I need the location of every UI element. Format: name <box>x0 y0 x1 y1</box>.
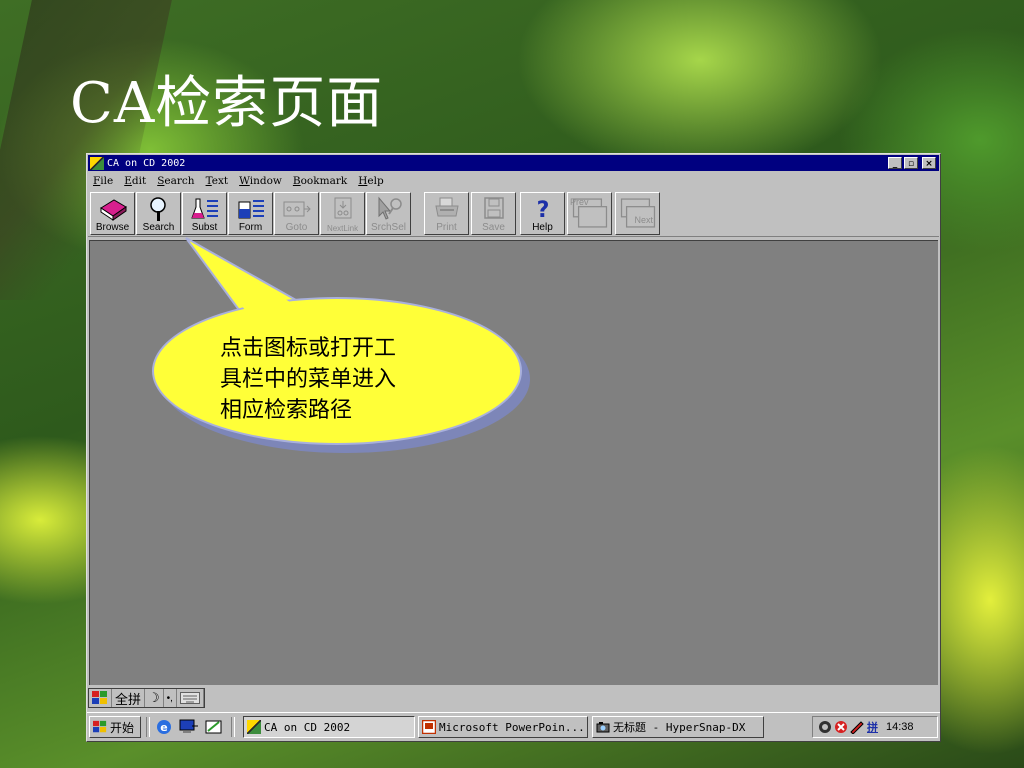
flask-icon <box>191 198 218 219</box>
alert-icon[interactable] <box>833 720 849 734</box>
save-label: Save <box>482 222 505 233</box>
ime-status-bar: 全拼 ☽ •, <box>88 688 205 708</box>
callout-text: 点击图标或打开工 具栏中的菜单进入 相应检索路径 <box>220 333 460 426</box>
nextlink-icon <box>334 197 352 219</box>
help-label: Help <box>532 222 553 233</box>
toolbar: Browse Search Subst Form Goto NextLink S… <box>88 191 939 237</box>
task-ca-on-cd[interactable]: CA on CD 2002 <box>243 716 415 738</box>
task-label: 无标题 - HyperSnap-DX <box>613 721 746 734</box>
task-label: Microsoft PowerPoin... <box>439 720 585 734</box>
srchsel-label: SrchSel <box>370 222 406 233</box>
form-button[interactable]: Form <box>228 192 273 235</box>
app-window: CA on CD 2002 _ ▫ × File Edit Search Tex… <box>86 153 941 742</box>
menu-bar: File Edit Search Text Window Bookmark He… <box>88 172 939 190</box>
magnifier-icon <box>150 197 166 221</box>
ie-icon[interactable]: e <box>155 718 173 736</box>
menu-search[interactable]: Search <box>152 175 200 187</box>
menu-bookmark[interactable]: Bookmark <box>288 175 353 187</box>
search-button[interactable]: Search <box>136 192 181 235</box>
system-tray: 拼 14:38 <box>812 716 938 738</box>
tray-ime-indicator[interactable]: 拼 <box>867 719 878 735</box>
menu-edit[interactable]: Edit <box>119 175 152 187</box>
pen-icon[interactable] <box>849 720 865 734</box>
book-icon <box>100 199 127 221</box>
taskbar-separator <box>146 717 150 737</box>
form-label: Form <box>238 222 263 233</box>
windows-logo-icon <box>93 720 107 733</box>
srchsel-button[interactable]: SrchSel <box>366 192 411 235</box>
prev-label: Prev <box>570 197 589 207</box>
camera-icon <box>596 722 610 733</box>
menu-window[interactable]: Window <box>234 175 288 187</box>
subst-button[interactable]: Subst <box>182 192 227 235</box>
print-label: Print <box>436 222 457 233</box>
menu-text[interactable]: Text <box>201 175 235 187</box>
goto-button[interactable]: Goto <box>274 192 319 235</box>
callout-line: 相应检索路径 <box>220 398 353 423</box>
next-button[interactable]: Next <box>615 192 660 235</box>
start-button[interactable]: 开始 <box>89 716 141 738</box>
taskbar: 开始 e CA on CD 2002 Microsoft PowerPoin..… <box>87 712 940 740</box>
ca-app-icon <box>90 156 104 170</box>
taskbar-separator <box>231 717 235 737</box>
task-label: CA on CD 2002 <box>264 720 351 734</box>
ca-app-icon <box>247 720 261 734</box>
disk-icon <box>484 197 504 219</box>
punctuation-toggle[interactable]: •, <box>164 689 177 707</box>
clock[interactable]: 14:38 <box>886 721 914 733</box>
document-area[interactable] <box>89 240 938 685</box>
task-powerpoint[interactable]: Microsoft PowerPoin... <box>418 716 588 738</box>
goto-label: Goto <box>285 222 308 233</box>
channels-icon[interactable] <box>205 718 223 736</box>
beaker-icon <box>238 200 264 219</box>
moon-icon[interactable]: ☽ <box>145 689 164 707</box>
cursor-search-icon <box>378 196 402 220</box>
powerpoint-icon <box>422 720 436 734</box>
show-desktop-icon[interactable] <box>179 718 199 736</box>
close-button[interactable]: × <box>922 157 936 169</box>
callout-line: 点击图标或打开工 <box>220 336 397 361</box>
menu-help[interactable]: Help <box>353 175 389 187</box>
start-label: 开始 <box>110 720 135 735</box>
minimize-button[interactable]: _ <box>888 157 902 169</box>
task-hypersnap[interactable]: 无标题 - HyperSnap-DX <box>592 716 764 738</box>
print-button[interactable]: Print <box>424 192 469 235</box>
window-title: CA on CD 2002 <box>107 157 186 169</box>
svg-text:?: ? <box>537 198 550 222</box>
keyboard-icon[interactable] <box>177 689 204 707</box>
search-label: Search <box>142 222 175 233</box>
browse-label: Browse <box>95 222 130 233</box>
restore-button[interactable]: ▫ <box>904 157 918 169</box>
prev-button[interactable]: Prev <box>567 192 612 235</box>
printer-icon <box>435 197 459 217</box>
menu-file[interactable]: File <box>88 175 119 187</box>
nextlink-button[interactable]: NextLink <box>320 192 365 235</box>
antivirus-icon[interactable] <box>817 720 833 734</box>
browse-button[interactable]: Browse <box>90 192 135 235</box>
subst-label: Subst <box>191 222 218 233</box>
next-label: Next <box>634 215 653 225</box>
nextlink-label: NextLink <box>326 224 359 233</box>
ime-mode[interactable]: 全拼 <box>112 689 146 707</box>
svg-text:e: e <box>160 721 167 734</box>
save-button[interactable]: Save <box>471 192 516 235</box>
help-button[interactable]: ? Help <box>520 192 565 235</box>
question-icon: ? <box>537 198 550 222</box>
goto-icon <box>283 201 311 217</box>
title-bar[interactable]: CA on CD 2002 _ ▫ × <box>88 155 939 171</box>
callout-line: 具栏中的菜单进入 <box>220 367 397 392</box>
slide-title: CA检索页面 <box>70 71 384 136</box>
ime-logo-icon[interactable] <box>89 689 112 707</box>
